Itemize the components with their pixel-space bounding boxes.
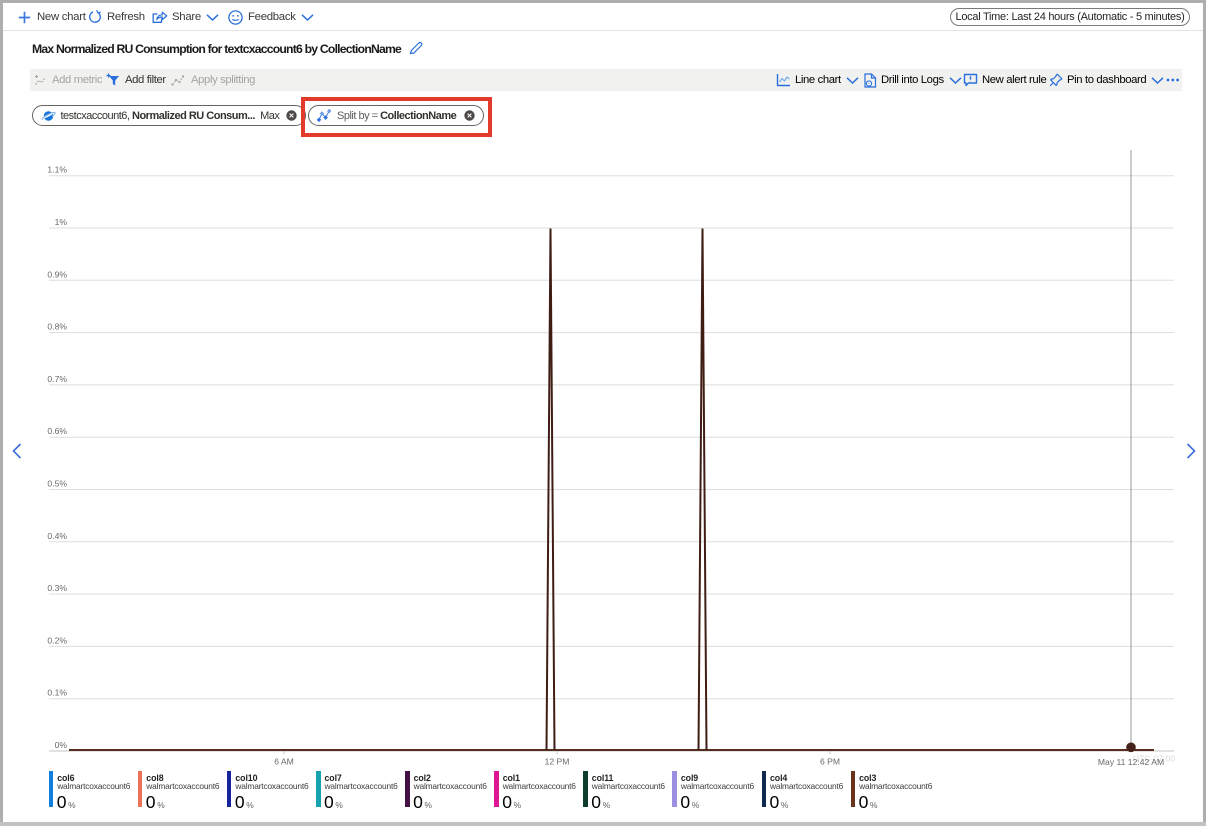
svg-text:0.7%: 0.7% — [47, 374, 67, 384]
svg-text:6 AM: 6 AM — [274, 757, 294, 767]
svg-text:12 PM: 12 PM — [545, 757, 570, 767]
svg-text:0%: 0% — [55, 740, 68, 750]
svg-text:0.8%: 0.8% — [47, 322, 67, 332]
svg-text:6 PM: 6 PM — [820, 757, 840, 767]
svg-text:1%: 1% — [55, 217, 68, 227]
svg-text:0.5%: 0.5% — [47, 479, 67, 489]
svg-text:0.4%: 0.4% — [47, 531, 67, 541]
svg-text:May 11 12:42 AM: May 11 12:42 AM — [1098, 757, 1164, 767]
svg-text:0.2%: 0.2% — [47, 635, 67, 645]
svg-text:0.6%: 0.6% — [47, 426, 67, 436]
svg-text:1.1%: 1.1% — [47, 165, 67, 175]
svg-text:0.1%: 0.1% — [47, 688, 67, 698]
svg-text:0.9%: 0.9% — [47, 269, 67, 279]
svg-text:0.3%: 0.3% — [47, 583, 67, 593]
